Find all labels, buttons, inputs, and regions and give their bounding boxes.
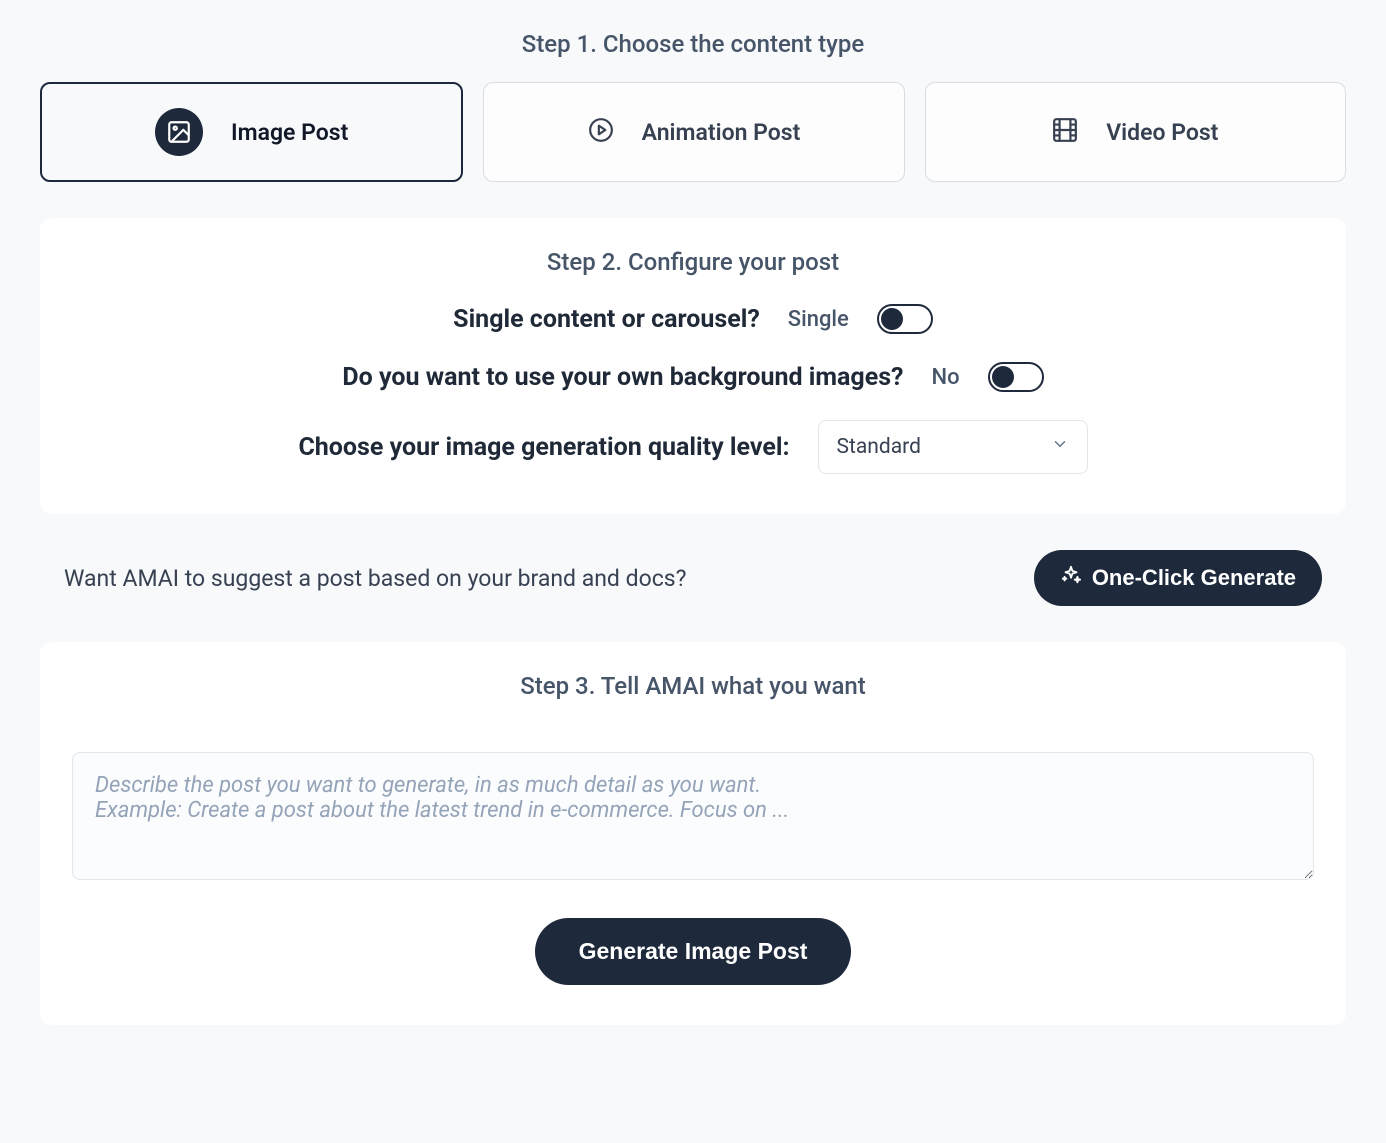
background-toggle[interactable] — [988, 362, 1044, 392]
quality-select[interactable]: Standard — [818, 420, 1088, 474]
post-description-input[interactable] — [72, 752, 1314, 880]
quality-select-value: Standard — [837, 435, 921, 459]
carousel-toggle[interactable] — [877, 304, 933, 334]
step3-panel: Step 3. Tell AMAI what you want Generate… — [40, 642, 1346, 1025]
step2-panel: Step 2. Configure your post Single conte… — [40, 218, 1346, 514]
config-background-value: No — [932, 365, 960, 390]
chevron-down-icon — [1051, 435, 1069, 459]
config-quality-row: Choose your image generation quality lev… — [80, 420, 1306, 474]
one-click-generate-label: One-Click Generate — [1092, 565, 1296, 591]
config-quality-label: Choose your image generation quality lev… — [298, 433, 789, 462]
image-icon — [155, 108, 203, 156]
config-background-label: Do you want to use your own background i… — [342, 363, 903, 392]
one-click-generate-button[interactable]: One-Click Generate — [1034, 550, 1322, 606]
config-carousel-label: Single content or carousel? — [453, 305, 760, 334]
config-background-row: Do you want to use your own background i… — [80, 362, 1306, 392]
play-circle-icon — [588, 117, 614, 147]
config-carousel-row: Single content or carousel? Single — [80, 304, 1306, 334]
config-carousel-value: Single — [788, 307, 849, 332]
content-type-video-label: Video Post — [1106, 119, 1218, 146]
content-type-image-label: Image Post — [231, 119, 348, 146]
suggest-row: Want AMAI to suggest a post based on you… — [40, 550, 1346, 606]
step3-title: Step 3. Tell AMAI what you want — [72, 672, 1314, 700]
content-type-image[interactable]: Image Post — [40, 82, 463, 182]
step2-title: Step 2. Configure your post — [80, 248, 1306, 276]
sparkles-icon — [1060, 564, 1082, 592]
generate-button[interactable]: Generate Image Post — [535, 918, 852, 985]
content-type-row: Image Post Animation Post Video Post — [40, 82, 1346, 182]
content-type-animation-label: Animation Post — [642, 119, 801, 146]
step1-title: Step 1. Choose the content type — [40, 30, 1346, 58]
suggest-text: Want AMAI to suggest a post based on you… — [64, 565, 1014, 592]
content-type-animation[interactable]: Animation Post — [483, 82, 904, 182]
film-icon — [1052, 117, 1078, 147]
content-type-video[interactable]: Video Post — [925, 82, 1346, 182]
